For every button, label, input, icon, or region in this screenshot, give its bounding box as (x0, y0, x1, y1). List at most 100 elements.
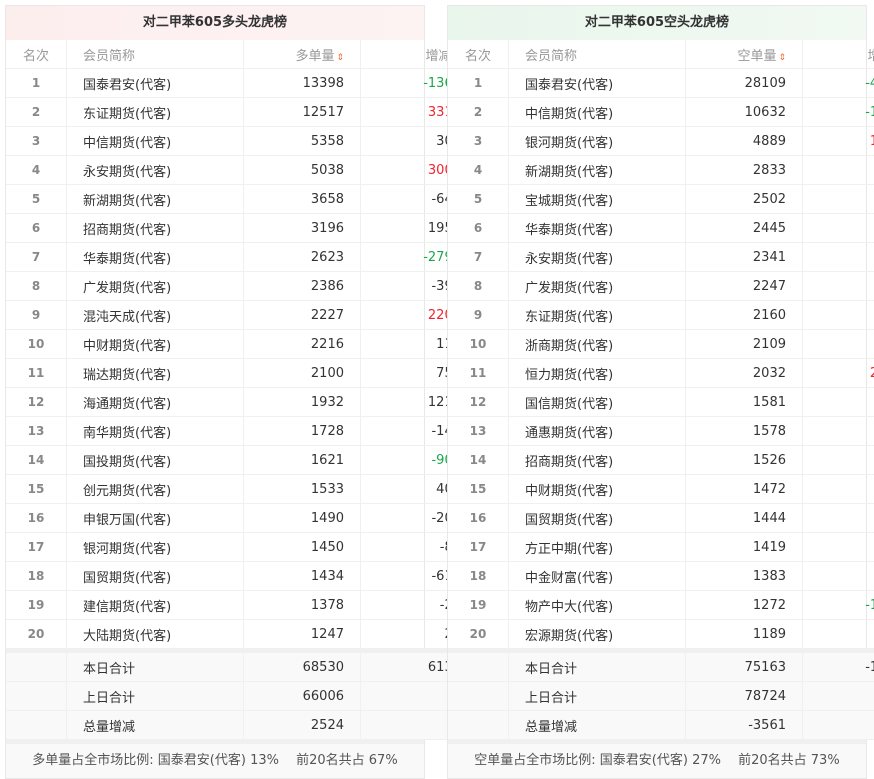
rank-cell: 12 (6, 388, 67, 417)
rank-cell: 14 (6, 446, 67, 475)
column-header[interactable]: 多单量⇕ (244, 40, 361, 69)
member-name-cell: 东证期货(代客) (67, 98, 244, 127)
table-row: 11瑞达期货(代客)2100758 (6, 359, 467, 388)
summary-label: 上日合计 (509, 682, 686, 711)
table-row: 10中财期货(代客)2216112 (6, 330, 467, 359)
column-header[interactable]: 空单量⇕ (686, 40, 803, 69)
column-header: 名次 (448, 40, 509, 69)
member-name-cell: 中信期货(代客) (67, 127, 244, 156)
volume-cell: 12517 (244, 98, 361, 127)
table-row: 16国贸期货(代客)1444477 (448, 504, 874, 533)
rank-cell: 17 (448, 533, 509, 562)
summary-volume: 75163 (686, 653, 803, 682)
volume-cell: 2833 (686, 156, 803, 185)
rank-cell: 1 (6, 69, 67, 98)
volume-cell: 1490 (244, 504, 361, 533)
member-name-cell: 国投期货(代客) (67, 446, 244, 475)
member-name-cell: 宝城期货(代客) (509, 185, 686, 214)
column-header[interactable]: 增减⇕ (803, 40, 874, 69)
rank-cell: 16 (6, 504, 67, 533)
member-name-cell: 宏源期货(代客) (509, 620, 686, 649)
long-ranking-panel: 对二甲苯605多头龙虎榜名次会员简称多单量⇕增减⇕1国泰君安(代客)13398-… (5, 5, 425, 779)
change-cell: 369 (803, 214, 874, 243)
member-name-cell: 银河期货(代客) (67, 533, 244, 562)
member-name-cell: 物产中大(代客) (509, 591, 686, 620)
change-cell: 1460 (803, 127, 874, 156)
rank-cell: 9 (6, 301, 67, 330)
change-cell: 2017 (803, 359, 874, 388)
volume-cell: 1621 (244, 446, 361, 475)
table-row: 13南华期货(代客)1728-142 (6, 417, 467, 446)
change-cell: 179 (803, 562, 874, 591)
change-cell: 499 (803, 330, 874, 359)
table-row: 9东证期货(代客)2160-278 (448, 301, 874, 330)
member-name-cell: 瑞达期货(代客) (67, 359, 244, 388)
table-row: 15中财期货(代客)1472-119 (448, 475, 874, 504)
volume-cell: 1444 (686, 504, 803, 533)
summary-volume: 78724 (686, 682, 803, 711)
rank-cell: 8 (448, 272, 509, 301)
table-row: 14国投期货(代客)1621-903 (6, 446, 467, 475)
table-row: 1国泰君安(代客)28109-4460 (448, 69, 874, 98)
rank-cell: 14 (448, 446, 509, 475)
volume-cell: 2502 (686, 185, 803, 214)
sort-icon[interactable]: ⇕ (336, 53, 344, 63)
table-row: 4永安期货(代客)50383006 (6, 156, 467, 185)
volume-cell: 2100 (244, 359, 361, 388)
volume-cell: 2386 (244, 272, 361, 301)
member-name-cell: 创元期货(代客) (67, 475, 244, 504)
column-header-label: 多单量 (295, 49, 334, 64)
table-row: 14招商期货(代客)1526182 (448, 446, 874, 475)
table-row: 6华泰期货(代客)2445369 (448, 214, 874, 243)
volume-cell: 1581 (686, 388, 803, 417)
sort-icon[interactable]: ⇕ (778, 53, 786, 63)
rank-cell: 4 (448, 156, 509, 185)
volume-cell: 1932 (244, 388, 361, 417)
table-row: 11恒力期货(代客)20322017 (448, 359, 874, 388)
column-header-label: 会员简称 (83, 49, 135, 64)
member-name-cell: 中财期货(代客) (67, 330, 244, 359)
volume-cell: 1383 (686, 562, 803, 591)
rank-cell: 1 (448, 69, 509, 98)
member-name-cell: 广发期货(代客) (67, 272, 244, 301)
summary-spacer (448, 711, 509, 740)
table-row: 20大陆期货(代客)124720 (6, 620, 467, 649)
rank-cell: 10 (6, 330, 67, 359)
table-row: 2东证期货(代客)125173316 (6, 98, 467, 127)
change-cell: -278 (803, 301, 874, 330)
volume-cell: 2247 (686, 272, 803, 301)
table-row: 19建信期货(代客)1378-27 (6, 591, 467, 620)
member-name-cell: 永安期货(代客) (67, 156, 244, 185)
volume-cell: 2623 (244, 243, 361, 272)
member-name-cell: 华泰期货(代客) (67, 243, 244, 272)
rank-cell: 19 (448, 591, 509, 620)
summary-row: 本日合计75163-1291 (448, 653, 874, 682)
rank-cell: 20 (6, 620, 67, 649)
rank-cell: 20 (448, 620, 509, 649)
member-name-cell: 浙商期货(代客) (509, 330, 686, 359)
column-header: 名次 (6, 40, 67, 69)
rank-cell: 11 (6, 359, 67, 388)
volume-cell: 1419 (686, 533, 803, 562)
member-name-cell: 南华期货(代客) (67, 417, 244, 446)
volume-cell: 1472 (686, 475, 803, 504)
summary-row: 上日合计66006 (6, 682, 467, 711)
member-name-cell: 建信期货(代客) (67, 591, 244, 620)
rank-cell: 15 (6, 475, 67, 504)
change-cell: -86 (803, 243, 874, 272)
rank-cell: 5 (448, 185, 509, 214)
member-name-cell: 国贸期货(代客) (509, 504, 686, 533)
volume-cell: 1272 (686, 591, 803, 620)
volume-cell: 1378 (244, 591, 361, 620)
summary-label: 总量增减 (67, 711, 244, 740)
table-row: 2中信期货(代客)10632-1527 (448, 98, 874, 127)
rank-cell: 7 (6, 243, 67, 272)
change-cell: -320 (803, 156, 874, 185)
column-header: 会员简称 (67, 40, 244, 69)
volume-cell: 10632 (686, 98, 803, 127)
table-row: 20宏源期货(代客)118995 (448, 620, 874, 649)
member-name-cell: 国泰君安(代客) (67, 69, 244, 98)
member-name-cell: 恒力期货(代客) (509, 359, 686, 388)
volume-cell: 2109 (686, 330, 803, 359)
rank-cell: 9 (448, 301, 509, 330)
